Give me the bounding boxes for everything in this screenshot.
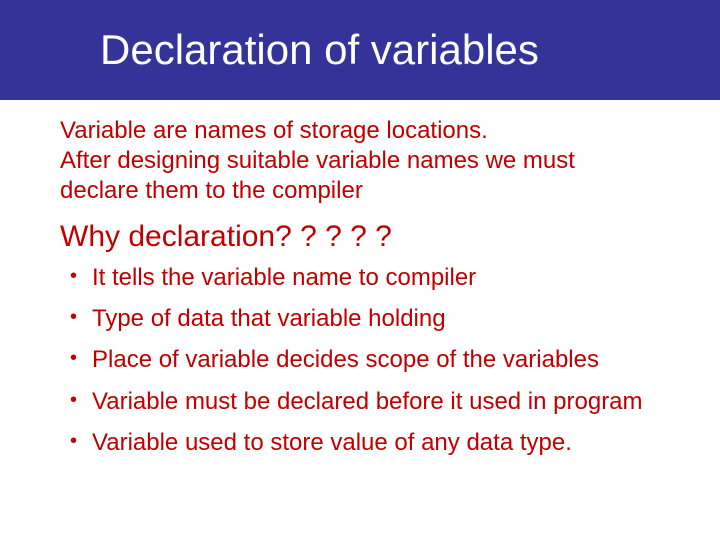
list-item: Variable used to store value of any data… xyxy=(68,427,660,458)
intro-block: Variable are names of storage locations.… xyxy=(60,116,660,206)
title-band: Declaration of variables xyxy=(0,0,720,100)
list-item: It tells the variable name to compiler xyxy=(68,262,660,293)
intro-line-1: Variable are names of storage locations. xyxy=(60,116,660,146)
list-item: Place of variable decides scope of the v… xyxy=(68,344,660,375)
intro-line-2: After designing suitable variable names … xyxy=(60,146,660,206)
slide: Declaration of variables Variable are na… xyxy=(0,0,720,540)
sub-heading: Why declaration? ? ? ? ? xyxy=(60,220,660,254)
list-item: Variable must be declared before it used… xyxy=(68,386,660,417)
slide-title: Declaration of variables xyxy=(100,27,539,73)
list-item: Type of data that variable holding xyxy=(68,303,660,334)
bullet-list: It tells the variable name to compiler T… xyxy=(60,262,660,458)
slide-body: Variable are names of storage locations.… xyxy=(0,100,720,458)
